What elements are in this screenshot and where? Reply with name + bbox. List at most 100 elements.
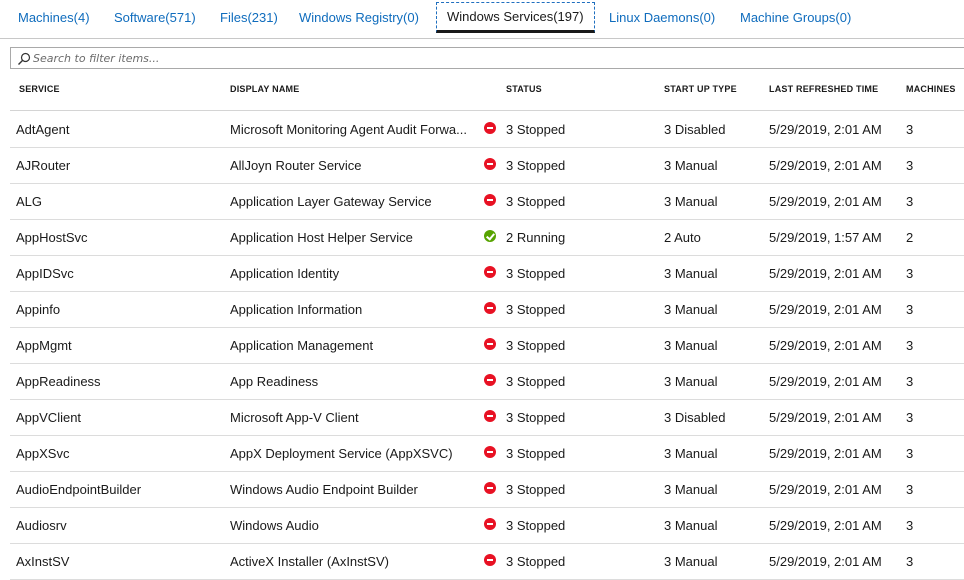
table-row[interactable]: AppXSvc AppX Deployment Service (AppXSVC)… — [10, 435, 964, 472]
status-text: 3 Stopped — [506, 338, 566, 353]
last-refreshed-time: 5/29/2019, 2:01 AM — [769, 374, 882, 389]
machine-count: 3 — [906, 338, 914, 353]
search-box — [10, 47, 964, 69]
column-header-machines[interactable]: MACHINES — [906, 84, 956, 94]
startup-type: 3 Manual — [664, 374, 718, 389]
stopped-status-icon — [484, 410, 496, 422]
column-header-last-refreshed[interactable]: LAST REFRESHED TIME — [769, 84, 878, 94]
status-text: 3 Stopped — [506, 194, 566, 209]
startup-type: 3 Manual — [664, 482, 718, 497]
machine-count: 3 — [906, 302, 914, 317]
tab-software[interactable]: Software(571) — [114, 3, 196, 33]
last-refreshed-time: 5/29/2019, 2:01 AM — [769, 194, 882, 209]
display-name: Windows Audio Endpoint Builder — [230, 482, 418, 497]
table-row[interactable]: AJRouter AllJoyn Router Service 3 Stopped 3… — [10, 147, 964, 184]
last-refreshed-time: 5/29/2019, 2:01 AM — [769, 122, 882, 137]
startup-type: 3 Manual — [664, 554, 718, 569]
display-name: Application Identity — [230, 266, 340, 281]
startup-type: 3 Manual — [664, 266, 718, 281]
service-name: AppReadiness — [16, 374, 101, 389]
column-header-startup-type[interactable]: START UP TYPE — [664, 84, 737, 94]
last-refreshed-time: 5/29/2019, 2:01 AM — [769, 446, 882, 461]
table-row[interactable]: AppMgmt Application Management 3 Stopped 3 … — [10, 327, 964, 364]
service-name: Audiosrv — [16, 518, 67, 533]
stopped-status-icon — [484, 122, 496, 134]
table-row[interactable]: AppVClient Microsoft App-V Client 3 Stoppe… — [10, 399, 964, 436]
column-header-service[interactable]: SERVICE — [19, 84, 60, 94]
stopped-status-icon — [484, 266, 496, 278]
service-name: AppMgmt — [16, 338, 72, 353]
service-name: AdtAgent — [16, 122, 70, 137]
machine-count: 3 — [906, 410, 914, 425]
status-text: 3 Stopped — [506, 266, 566, 281]
tab-windows-services[interactable]: Windows Services(197) — [436, 2, 595, 33]
startup-type: 3 Manual — [664, 338, 718, 353]
stopped-status-icon — [484, 194, 496, 206]
tab-files[interactable]: Files(231) — [220, 3, 278, 33]
status-text: 3 Stopped — [506, 122, 566, 137]
tab-bar: Machines(4) Software(571) Files(231) Win… — [0, 0, 964, 39]
machine-count: 3 — [906, 122, 914, 137]
tab-windows-registry[interactable]: Windows Registry(0) — [299, 3, 419, 33]
tab-machines[interactable]: Machines(4) — [18, 3, 90, 33]
service-name: AppHostSvc — [16, 230, 88, 245]
table-row[interactable]: ALG Application Layer Gateway Service 3 St… — [10, 183, 964, 220]
service-name: AJRouter — [16, 158, 71, 173]
machine-count: 3 — [906, 446, 914, 461]
table-row[interactable]: AudioEndpointBuilder Windows Audio Endpoi… — [10, 471, 964, 508]
machine-count: 3 — [906, 266, 914, 281]
search-input[interactable] — [33, 49, 933, 67]
last-refreshed-time: 5/29/2019, 2:01 AM — [769, 158, 882, 173]
display-name: App Readiness — [230, 374, 319, 389]
last-refreshed-time: 5/29/2019, 2:01 AM — [769, 482, 882, 497]
stopped-status-icon — [484, 482, 496, 494]
column-header-display-name[interactable]: DISPLAY NAME — [230, 84, 299, 94]
search-icon — [18, 52, 31, 65]
column-header-status[interactable]: STATUS — [506, 84, 542, 94]
stopped-status-icon — [484, 338, 496, 350]
status-text: 3 Stopped — [506, 482, 566, 497]
stopped-status-icon — [484, 446, 496, 458]
stopped-status-icon — [484, 302, 496, 314]
running-status-icon — [484, 230, 496, 242]
display-name: AppX Deployment Service (AppXSVC) — [230, 446, 453, 461]
machine-count: 2 — [906, 230, 914, 245]
status-text: 3 Stopped — [506, 374, 566, 389]
machine-count: 3 — [906, 554, 914, 569]
stopped-status-icon — [484, 518, 496, 530]
stopped-status-icon — [484, 158, 496, 170]
last-refreshed-time: 5/29/2019, 2:01 AM — [769, 554, 882, 569]
tab-linux-daemons[interactable]: Linux Daemons(0) — [609, 3, 715, 33]
startup-type: 3 Manual — [664, 446, 718, 461]
display-name: ActiveX Installer (AxInstSV) — [230, 554, 389, 569]
stopped-status-icon — [484, 374, 496, 386]
table-row[interactable]: Audiosrv Windows Audio 3 Stopped 3 Manual 5/… — [10, 507, 964, 544]
table-row[interactable]: AppIDSvc Application Identity 3 Stopped 3 M… — [10, 255, 964, 292]
startup-type: 3 Manual — [664, 518, 718, 533]
last-refreshed-time: 5/29/2019, 2:01 AM — [769, 266, 882, 281]
service-name: ALG — [16, 194, 43, 209]
table-row[interactable]: AppHostSvc Application Host Helper Servic… — [10, 219, 964, 256]
service-name: AppVClient — [16, 410, 82, 425]
table-row[interactable]: AdtAgent Microsoft Monitoring Agent Audit… — [10, 111, 964, 148]
table-row[interactable]: Appinfo Application Information 3 Stopped 3… — [10, 291, 964, 328]
display-name: Application Layer Gateway Service — [230, 194, 432, 209]
status-text: 3 Stopped — [506, 302, 566, 317]
last-refreshed-time: 5/29/2019, 1:57 AM — [769, 230, 882, 245]
startup-type: 3 Manual — [664, 158, 718, 173]
table-row[interactable]: AxInstSV ActiveX Installer (AxInstSV) 3 St… — [10, 543, 964, 580]
machine-count: 3 — [906, 158, 914, 173]
service-name: AppXSvc — [16, 446, 70, 461]
display-name: Windows Audio — [230, 518, 319, 533]
machine-count: 3 — [906, 518, 914, 533]
startup-type: 3 Manual — [664, 194, 718, 209]
service-name: Appinfo — [16, 302, 61, 317]
service-name: AudioEndpointBuilder — [16, 482, 142, 497]
startup-type: 3 Manual — [664, 302, 718, 317]
service-name: AppIDSvc — [16, 266, 74, 281]
display-name: Application Host Helper Service — [230, 230, 413, 245]
status-text: 3 Stopped — [506, 554, 566, 569]
status-text: 3 Stopped — [506, 158, 566, 173]
tab-machine-groups[interactable]: Machine Groups(0) — [740, 3, 851, 33]
table-row[interactable]: AppReadiness App Readiness 3 Stopped 3 Manu… — [10, 363, 964, 400]
